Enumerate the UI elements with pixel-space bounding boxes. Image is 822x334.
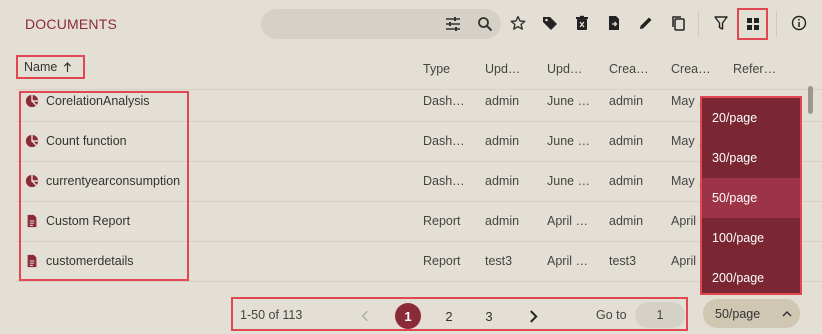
column-header-references[interactable]: Refer… xyxy=(733,62,776,76)
cell-type: Dash… xyxy=(423,134,465,148)
cell-updated-on: April … xyxy=(547,254,588,268)
cell-type: Report xyxy=(423,214,461,228)
cell-created-by: admin xyxy=(609,214,644,228)
delete-icon[interactable] xyxy=(572,13,592,33)
edit-pencil-icon[interactable] xyxy=(636,13,656,33)
column-header-created-by[interactable]: Crea… xyxy=(609,62,649,76)
cell-updated-on: June … xyxy=(547,174,591,188)
page-button-2[interactable]: 2 xyxy=(436,303,462,329)
pagination-range: 1-50 of 113 xyxy=(240,308,303,322)
goto-label: Go to xyxy=(596,308,627,322)
cell-created-by: admin xyxy=(609,94,644,108)
cell-updated-on: April … xyxy=(547,214,588,228)
cell-updated-by: admin xyxy=(485,94,520,108)
page-button-3[interactable]: 3 xyxy=(476,303,502,329)
cell-updated-by: admin xyxy=(485,214,520,228)
next-page-icon[interactable] xyxy=(520,303,546,329)
cell-updated-on: June … xyxy=(547,134,591,148)
tag-icon[interactable] xyxy=(540,13,560,33)
page-size-option[interactable]: 30/page xyxy=(702,138,800,178)
toolbar-divider xyxy=(698,11,699,37)
filter-settings-icon[interactable] xyxy=(445,16,461,35)
info-icon[interactable] xyxy=(789,13,809,33)
export-file-icon[interactable] xyxy=(604,13,624,33)
chevron-up-icon xyxy=(782,310,792,317)
prev-page-icon[interactable] xyxy=(352,303,378,329)
page-title: DOCUMENTS xyxy=(25,16,118,32)
page-size-option[interactable]: 20/page xyxy=(702,98,800,138)
cell-created-by: admin xyxy=(609,134,644,148)
page-size-value: 50/page xyxy=(715,306,761,321)
grid-view-icon[interactable] xyxy=(737,8,768,40)
header: DOCUMENTS xyxy=(0,0,822,50)
page-size-select[interactable]: 50/page xyxy=(703,299,800,328)
page-size-option[interactable]: 200/page xyxy=(702,258,800,298)
pagination: 1-50 of 113 1 2 3 Go to 1 xyxy=(231,297,688,331)
cell-updated-on: June … xyxy=(547,94,591,108)
name-column-highlight xyxy=(19,91,189,281)
page-size-option-selected[interactable]: 50/page xyxy=(702,178,800,218)
cell-type: Dash… xyxy=(423,94,465,108)
cell-updated-by: test3 xyxy=(485,254,513,268)
column-header-updated-by[interactable]: Upd… xyxy=(485,62,520,76)
vertical-scrollbar[interactable] xyxy=(808,86,813,114)
header-divider xyxy=(16,89,822,90)
column-header-name[interactable]: Name xyxy=(16,55,85,79)
cell-type: Dash… xyxy=(423,174,465,188)
page-size-option[interactable]: 100/page xyxy=(702,218,800,258)
filter-icon[interactable] xyxy=(711,13,731,33)
copy-icon[interactable] xyxy=(668,13,688,33)
cell-updated-by: admin xyxy=(485,174,520,188)
column-header-created-on[interactable]: Crea… xyxy=(671,62,711,76)
cell-created-by: admin xyxy=(609,174,644,188)
toolbar-divider xyxy=(776,11,777,37)
star-icon[interactable] xyxy=(508,13,528,33)
search-bar[interactable] xyxy=(261,9,501,39)
goto-page-input[interactable]: 1 xyxy=(635,302,685,328)
search-icon[interactable] xyxy=(477,16,493,35)
column-header-type[interactable]: Type xyxy=(423,62,450,76)
page-button-1[interactable]: 1 xyxy=(395,303,421,329)
page-size-dropdown: 20/page 30/page 50/page 100/page 200/pag… xyxy=(700,96,802,295)
sort-ascending-icon xyxy=(64,61,72,72)
cell-updated-by: admin xyxy=(485,134,520,148)
column-header-name-label: Name xyxy=(24,60,58,74)
cell-type: Report xyxy=(423,254,461,268)
column-header-updated-on[interactable]: Upd… xyxy=(547,62,582,76)
cell-created-by: test3 xyxy=(609,254,637,268)
